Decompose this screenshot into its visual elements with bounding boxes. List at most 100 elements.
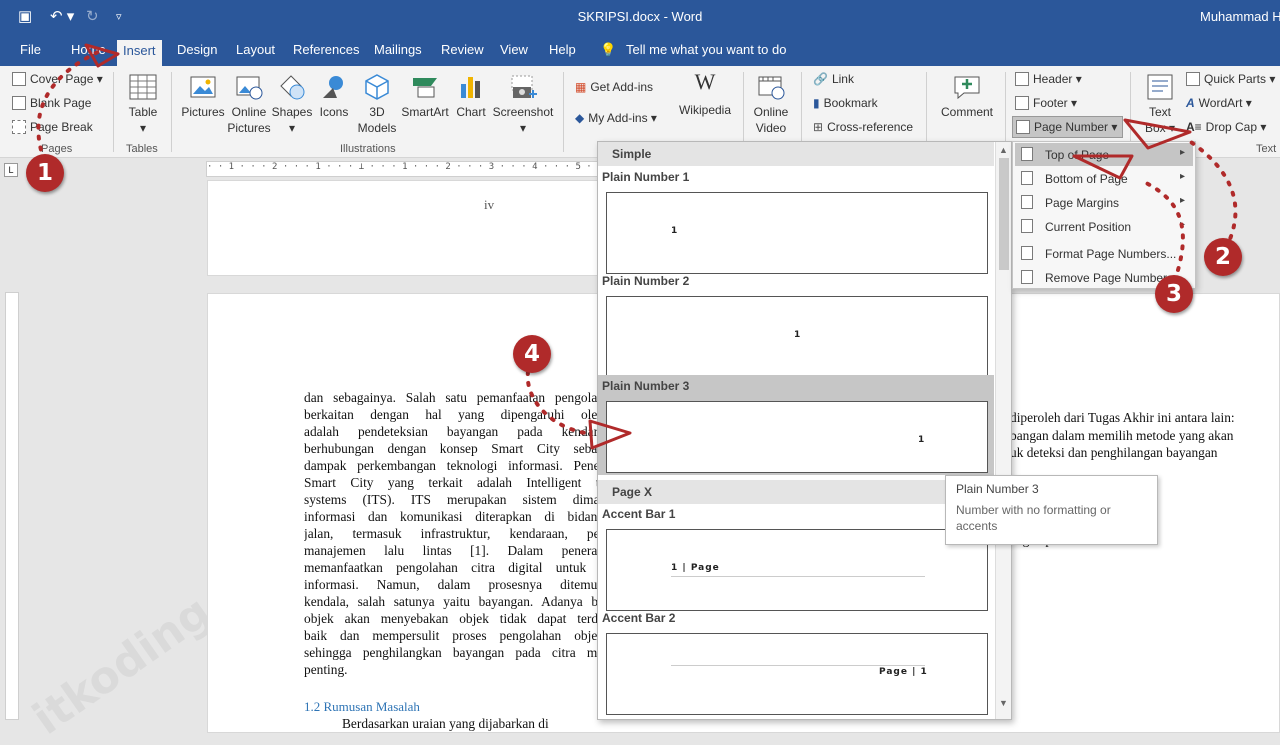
page-number-gallery[interactable]: Simple Plain Number 1 1 Plain Number 2 1… [597, 141, 1012, 720]
ribbon-separator [1005, 72, 1006, 152]
link-icon: 🔗 [813, 72, 828, 86]
icons-icon [323, 76, 343, 98]
bookmark-button[interactable]: ▮ Bookmark [813, 96, 878, 110]
window-title: SKRIPSI.docx - Word [577, 9, 703, 24]
table-button[interactable]: Table ▾ [122, 72, 164, 136]
smartart-button[interactable]: SmartArt [399, 72, 451, 120]
pictures-button[interactable]: Pictures [179, 72, 227, 120]
tooltip: Plain Number 3 Number with no formatting… [945, 475, 1158, 545]
3d-models-button[interactable]: 3D Models [354, 72, 400, 136]
page-bottom-icon [1021, 171, 1033, 185]
cover-page-button[interactable]: Cover Page ▾ [12, 72, 103, 86]
online-video-button[interactable]: Online Video [748, 72, 794, 136]
page-number-menu[interactable]: Top of Page ▸ Bottom of Page ▸ Page Margin… [1012, 141, 1196, 289]
wikipedia-button[interactable]: W Wikipedia [673, 69, 737, 118]
page-number-icon [1016, 120, 1030, 134]
drop-cap-icon: A≡ [1186, 120, 1202, 134]
vertical-ruler[interactable] [5, 292, 19, 720]
gallery-item-plain-number-2[interactable]: 1 [606, 296, 988, 378]
body-text-left[interactable]: dan sebagainya. Salah satu pemanfaatan p… [304, 389, 604, 678]
gallery-scrollbar[interactable]: ▲ ▼ [995, 142, 1011, 719]
smartart-icon [413, 78, 437, 98]
blank-page-button[interactable]: Blank Page [12, 96, 91, 110]
text-line: Smart City yang terkait adalah Intellige… [304, 475, 604, 490]
my-addins-button[interactable]: ◆ My Add-ins ▾ [575, 111, 657, 125]
icons-button[interactable]: Icons [315, 72, 353, 120]
remove-page-numbers-icon [1021, 270, 1033, 284]
tab-file[interactable]: File [20, 42, 41, 57]
cross-reference-button[interactable]: ⊞ Cross-reference [813, 120, 913, 134]
lightbulb-icon: 💡 [600, 42, 617, 57]
page-break-button[interactable]: Page Break [12, 120, 93, 134]
tab-references[interactable]: References [293, 42, 359, 57]
chart-button[interactable]: Chart [453, 72, 489, 120]
text-line: informasi. Namun, dalam prosesnya ditemu… [304, 577, 604, 592]
gallery-item-label: Plain Number 3 [602, 379, 690, 393]
drop-cap-button[interactable]: A≡ Drop Cap ▾ [1186, 120, 1266, 134]
chevron-right-icon: ▸ [1179, 147, 1185, 158]
title-bar: ▣ ↶ ▾ ↻ ▿ SKRIPSI.docx - Word Muhammad H… [0, 0, 1280, 34]
screenshot-button[interactable]: Screenshot ▾ [490, 72, 556, 136]
text-box-button[interactable]: Text Box ▾ [1138, 72, 1182, 136]
cover-page-icon [12, 72, 26, 86]
pictures-icon [190, 76, 216, 98]
store-icon: ▦ [575, 80, 587, 94]
text-line: penting. [304, 662, 348, 677]
header-button[interactable]: Header ▾ [1015, 72, 1082, 86]
tab-insert[interactable]: Insert [117, 40, 162, 66]
menu-item-top-of-page[interactable]: Top of Page ▸ [1015, 143, 1193, 166]
quick-parts-icon [1186, 72, 1200, 86]
menu-item-current-position[interactable]: Current Position ▸ [1015, 215, 1193, 238]
gallery-item-accent-bar-2[interactable]: Page | 1 [606, 633, 988, 715]
tab-stop-selector[interactable]: L [4, 163, 18, 177]
tab-review[interactable]: Review [441, 42, 484, 57]
step-marker-2: 2 [1204, 238, 1242, 276]
get-addins-button[interactable]: ▦ Get Add-ins [575, 80, 653, 94]
thumb-page-number: Page | 1 [879, 667, 928, 677]
accent-bar-line [671, 576, 925, 577]
gallery-section-header: Page X [598, 480, 994, 504]
online-pictures-button[interactable]: Online Pictures [226, 72, 272, 136]
footer-button[interactable]: Footer ▾ [1015, 96, 1077, 110]
page-margins-icon [1021, 195, 1033, 209]
menu-item-page-margins[interactable]: Page Margins ▸ [1015, 191, 1193, 214]
addins-icon: ◆ [575, 111, 585, 125]
page-number-button[interactable]: Page Number ▾ [1012, 116, 1124, 138]
tell-me-search[interactable]: Tell me what you want to do [626, 42, 786, 57]
gallery-item-plain-number-3[interactable]: 1 [606, 401, 988, 473]
gallery-item-label: Plain Number 2 [602, 274, 690, 288]
comment-button[interactable]: Comment [936, 72, 998, 120]
user-name[interactable]: Muhammad He [1200, 9, 1280, 24]
tab-home[interactable]: Home [71, 42, 106, 57]
ribbon-separator [563, 72, 564, 152]
link-button[interactable]: 🔗 Link [813, 72, 854, 86]
tooltip-description: Number with no formatting or accents [956, 503, 1111, 533]
current-position-icon [1021, 219, 1033, 233]
text-line: bangan dalam memilih metode yang akan [1010, 427, 1234, 443]
tab-help[interactable]: Help [549, 42, 576, 57]
gallery-item-plain-number-1[interactable]: 1 [606, 192, 988, 274]
watermark-text: itkoding [23, 586, 221, 745]
gallery-item-accent-bar-1[interactable]: 1 | Page [606, 529, 988, 611]
shapes-button[interactable]: Shapes ▾ [270, 72, 314, 136]
text-line: sehingga penghilangkan bayangan pada cit… [304, 645, 604, 660]
tab-mailings[interactable]: Mailings [374, 42, 422, 57]
scrollbar-thumb[interactable] [999, 158, 1009, 270]
shapes-icon [280, 75, 305, 100]
tab-design[interactable]: Design [177, 42, 217, 57]
wordart-button[interactable]: A WordArt ▾ [1186, 96, 1252, 110]
tab-layout[interactable]: Layout [236, 42, 275, 57]
tab-view[interactable]: View [500, 42, 528, 57]
scroll-down-icon[interactable]: ▼ [999, 698, 1008, 708]
group-label-illustrations: Illustrations [340, 143, 396, 155]
wikipedia-icon: W [694, 69, 716, 94]
gallery-item-label: Accent Bar 1 [602, 507, 676, 521]
chevron-right-icon: ▸ [1179, 219, 1185, 230]
accent-bar-line [671, 665, 925, 666]
cross-reference-icon: ⊞ [813, 120, 824, 134]
scroll-up-icon[interactable]: ▲ [999, 145, 1008, 155]
chevron-right-icon: ▸ [1179, 195, 1185, 206]
quick-parts-button[interactable]: Quick Parts ▾ [1186, 72, 1275, 86]
menu-item-bottom-of-page[interactable]: Bottom of Page ▸ [1015, 167, 1193, 190]
menu-item-format-page-numbers[interactable]: Format Page Numbers... [1015, 242, 1193, 265]
